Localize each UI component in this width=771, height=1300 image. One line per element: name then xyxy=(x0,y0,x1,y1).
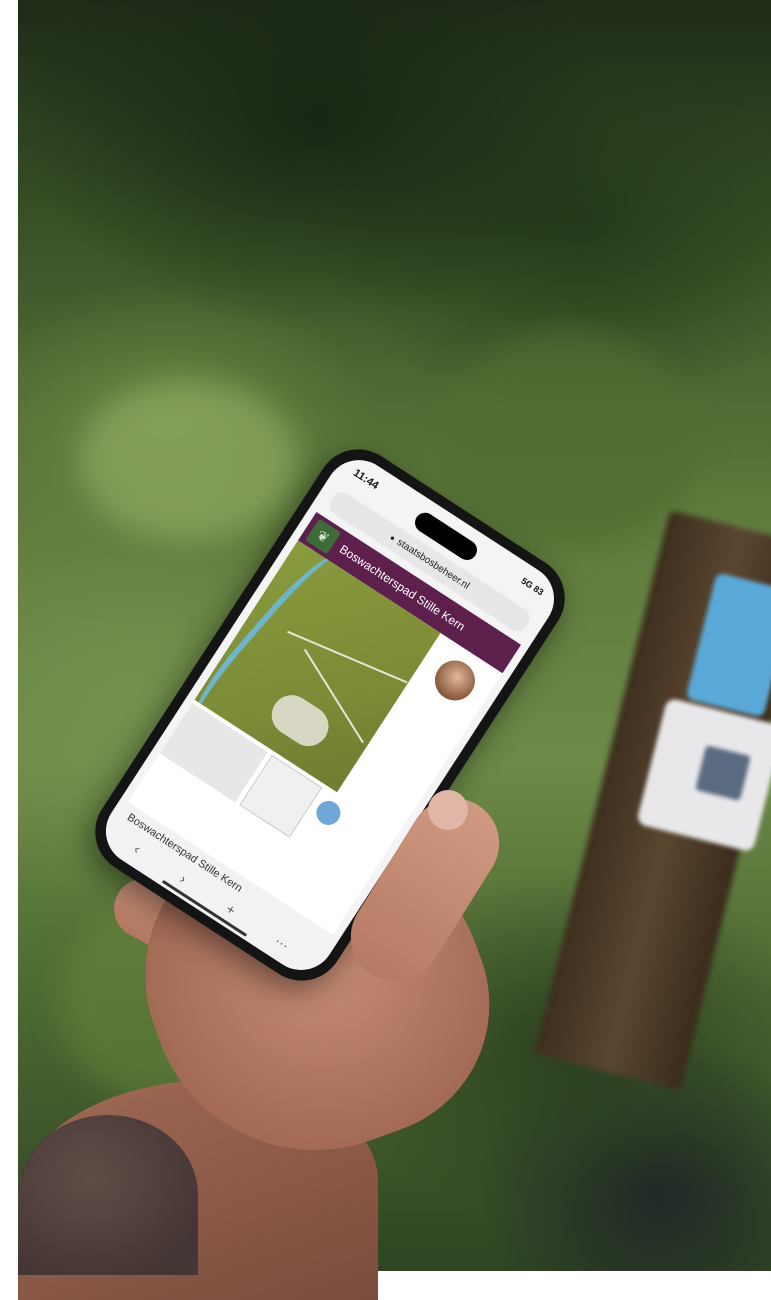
clock: 11:44 xyxy=(350,466,381,493)
grass-shade xyxy=(438,330,698,550)
ranger-avatar xyxy=(424,650,486,711)
tattoo xyxy=(18,1115,198,1275)
route-description xyxy=(346,812,398,846)
grass-highlight xyxy=(78,380,298,540)
battery-icon: 83 xyxy=(531,583,546,598)
clearing xyxy=(264,687,337,754)
lock-icon: ● xyxy=(388,532,398,543)
forward-button[interactable]: › xyxy=(177,871,190,887)
route-badge-icon xyxy=(309,793,348,833)
signal-indicator: 5G 83 xyxy=(519,576,545,598)
back-button[interactable]: ‹ xyxy=(131,841,144,857)
trail-path xyxy=(287,630,408,684)
more-button[interactable]: ··· xyxy=(272,932,292,953)
new-tab-button[interactable]: + xyxy=(223,900,239,918)
